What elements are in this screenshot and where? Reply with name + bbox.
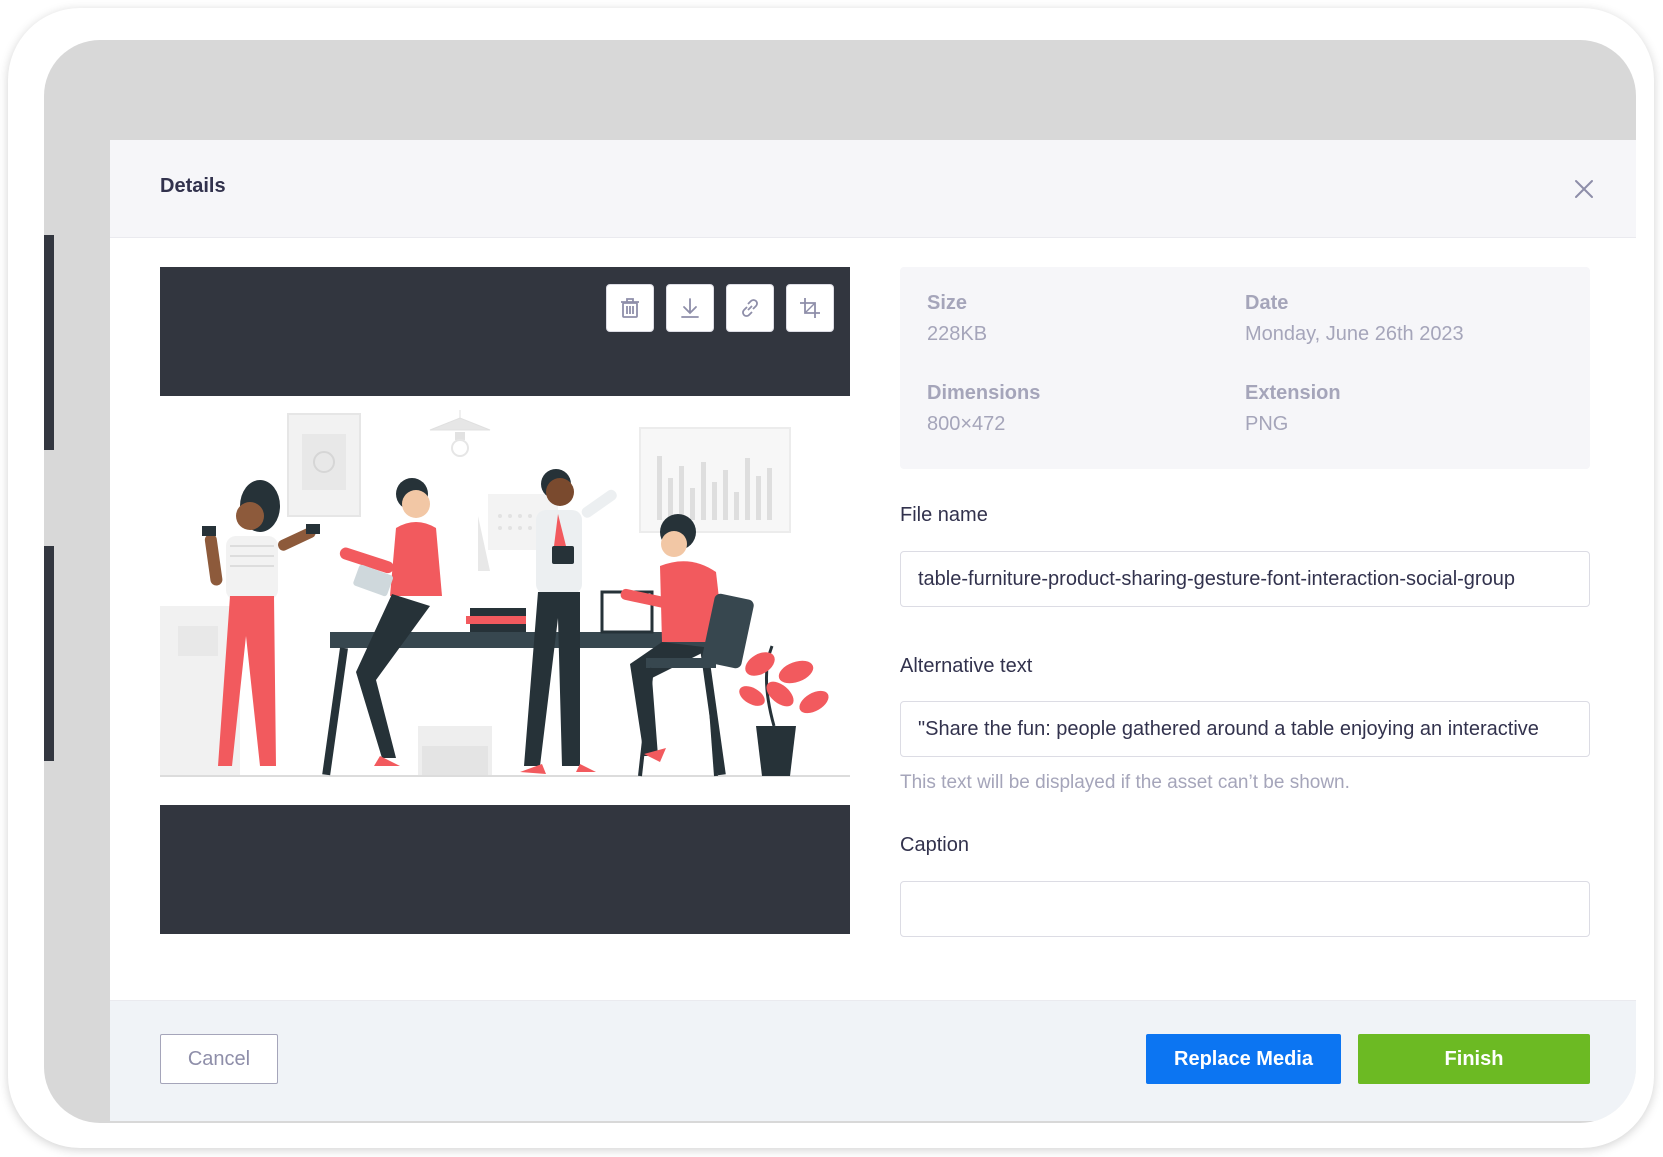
extension-info: Extension PNG [1245, 382, 1341, 436]
replace-media-button[interactable]: Replace Media [1146, 1034, 1341, 1084]
copy-link-button[interactable] [726, 284, 774, 332]
modal-footer: Cancel Replace Media Finish [110, 1000, 1636, 1121]
background-panel [44, 546, 54, 761]
extension-label: Extension [1245, 382, 1341, 404]
delete-button[interactable] [606, 284, 654, 332]
cancel-button[interactable]: Cancel [160, 1034, 278, 1084]
finish-button[interactable]: Finish [1358, 1034, 1590, 1084]
close-icon [1575, 180, 1593, 198]
screen: … Details [44, 40, 1636, 1123]
file-name-input[interactable] [900, 551, 1590, 607]
size-info: Size 228KB [927, 292, 987, 346]
crop-icon [800, 298, 820, 318]
asset-image [160, 396, 850, 805]
caption-label: Caption [900, 834, 969, 856]
dimensions-info: Dimensions 800×472 [927, 382, 1040, 436]
modal-title: Details [160, 175, 226, 197]
close-button[interactable] [1569, 174, 1599, 204]
details-modal: Details Size 228KB Date Monday, June 26t… [110, 140, 1636, 1121]
alt-text-label: Alternative text [900, 655, 1033, 677]
team-illustration [160, 410, 850, 777]
device-frame: … Details [8, 8, 1654, 1148]
size-value: 228KB [927, 323, 988, 345]
trash-icon [621, 298, 639, 318]
caption-input[interactable] [900, 881, 1590, 937]
preview-toolbar [606, 284, 834, 332]
asset-preview [160, 267, 850, 934]
date-value: Monday, June 26th 2023 [1245, 323, 1464, 345]
extension-value: PNG [1245, 413, 1289, 435]
alt-text-input[interactable] [900, 701, 1590, 757]
alt-text-hint: This text will be displayed if the asset… [900, 772, 1350, 793]
file-name-label: File name [900, 504, 988, 526]
file-info-panel: Size 228KB Date Monday, June 26th 2023 D… [900, 267, 1590, 469]
dimensions-label: Dimensions [927, 382, 1041, 404]
modal-header: Details [110, 140, 1636, 238]
download-icon [681, 298, 699, 318]
dimensions-value: 800×472 [927, 413, 1006, 435]
crop-button[interactable] [786, 284, 834, 332]
date-label: Date [1245, 292, 1289, 314]
date-info: Date Monday, June 26th 2023 [1245, 292, 1464, 346]
size-label: Size [927, 292, 968, 314]
link-icon [742, 299, 758, 317]
background-panel [44, 235, 54, 450]
download-button[interactable] [666, 284, 714, 332]
